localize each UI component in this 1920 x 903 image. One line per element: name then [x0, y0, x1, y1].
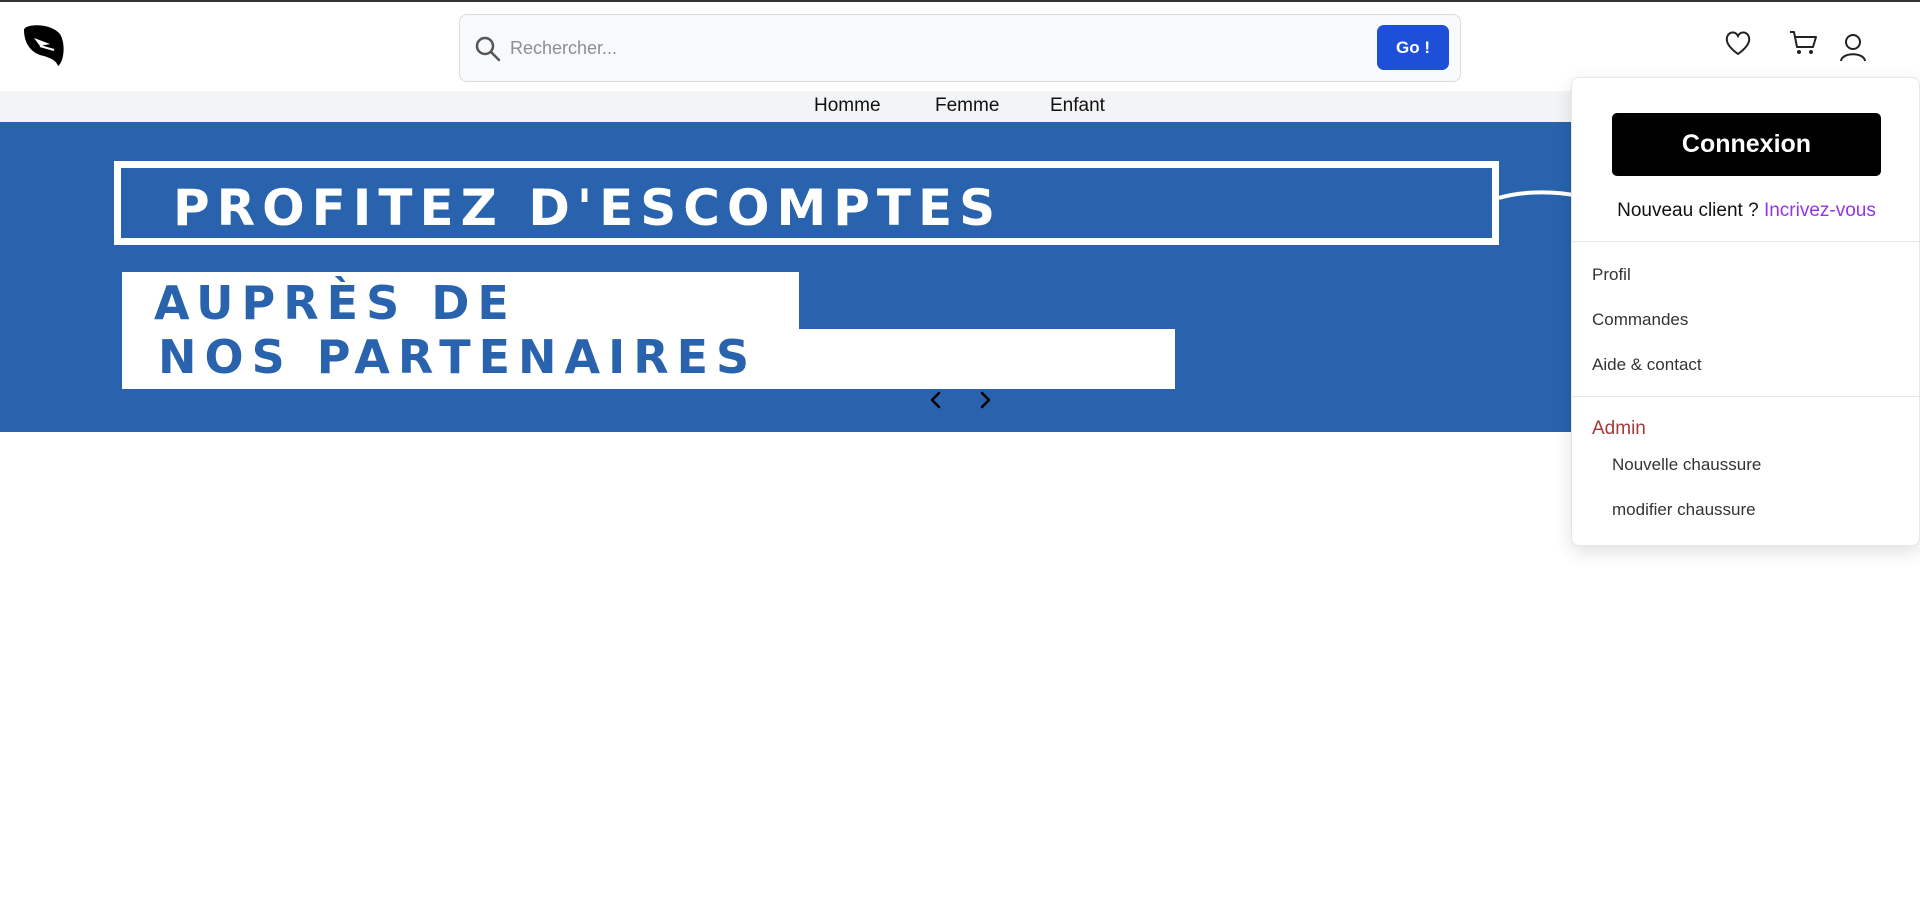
carousel-next-icon[interactable]: [973, 388, 997, 412]
login-button[interactable]: Connexion: [1612, 113, 1881, 176]
menu-item-aide-contact[interactable]: Aide & contact: [1592, 355, 1702, 375]
menu-item-commandes[interactable]: Commandes: [1592, 310, 1688, 330]
banner-headline: PROFITEZ D'ESCOMPTES: [173, 179, 1003, 237]
banner-decoration: [1499, 190, 1579, 200]
banner-subline-1: AUPRÈS DE: [154, 276, 517, 330]
search-go-button[interactable]: Go !: [1377, 25, 1449, 70]
carousel-prev-icon[interactable]: [924, 388, 948, 412]
menu-item-nouvelle-chaussure[interactable]: Nouvelle chaussure: [1612, 455, 1761, 475]
banner-headline-box: PROFITEZ D'ESCOMPTES: [114, 161, 1499, 245]
nav-item-femme[interactable]: Femme: [935, 95, 999, 117]
search-icon: [475, 36, 501, 62]
banner-subline-2: NOS PARTENAIRES: [158, 330, 758, 384]
user-icon[interactable]: [1838, 32, 1868, 62]
signup-link[interactable]: Incrivez-vous: [1764, 200, 1876, 221]
nav-item-enfant[interactable]: Enfant: [1050, 95, 1105, 117]
leaf-logo-icon[interactable]: [20, 22, 66, 68]
nav-item-homme[interactable]: Homme: [814, 95, 881, 117]
admin-section-label: Admin: [1592, 418, 1646, 439]
account-dropdown: Connexion Nouveau client ? Incrivez-vous…: [1571, 77, 1920, 546]
divider: [1572, 396, 1920, 397]
divider: [1572, 241, 1920, 242]
new-client-text: Nouveau client ?: [1617, 200, 1759, 221]
new-client-prompt: Nouveau client ? Incrivez-vous: [1572, 200, 1920, 222]
banner-sub-box-2: NOS PARTENAIRES: [122, 329, 1175, 389]
menu-item-profil[interactable]: Profil: [1592, 265, 1631, 285]
search-bar: Go !: [459, 14, 1461, 82]
heart-icon[interactable]: [1723, 28, 1753, 58]
search-input[interactable]: [510, 29, 1310, 67]
cart-icon[interactable]: [1788, 28, 1818, 58]
menu-item-modifier-chaussure[interactable]: modifier chaussure: [1612, 500, 1756, 520]
